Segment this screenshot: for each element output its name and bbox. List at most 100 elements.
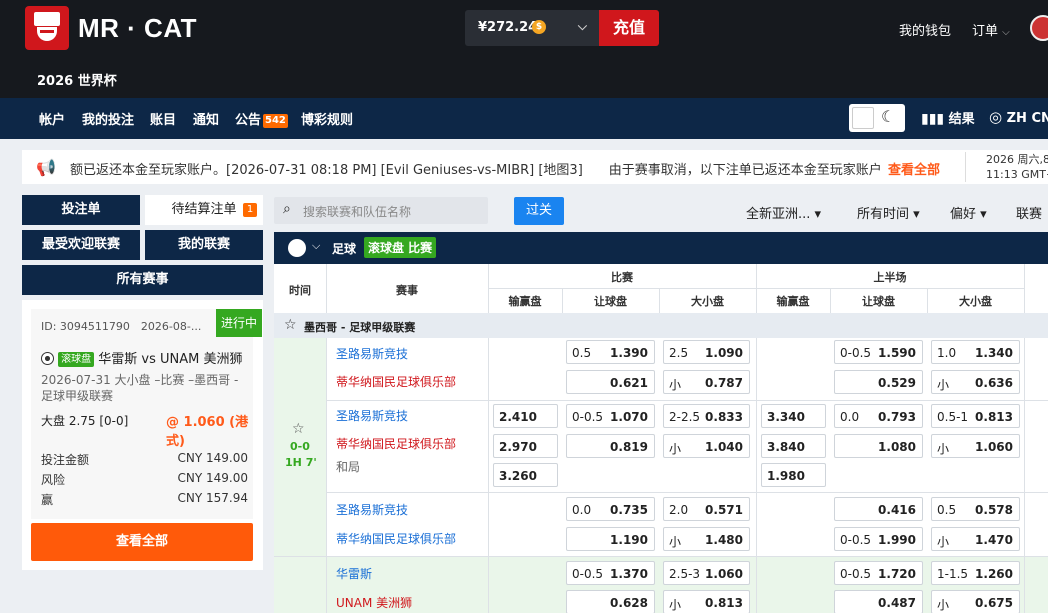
search-box[interactable]: ⌕ 搜索联赛和队伍名称 xyxy=(274,197,488,224)
odds-button[interactable]: 0.416 xyxy=(834,497,923,521)
nav-account[interactable]: 帐户 xyxy=(39,109,65,128)
odds-button[interactable]: 0.628 xyxy=(566,590,655,613)
odds-button[interactable]: 0.5 1.390 xyxy=(566,340,655,364)
league-row[interactable]: ☆ 墨西哥 - 足球甲级联赛 xyxy=(274,313,1048,338)
bet-panel: ID: 3094511790 2026-08-... 进行中 滚球盘 华雷斯 v… xyxy=(22,300,263,570)
odds-button[interactable]: 0.5 0.578 xyxy=(931,497,1020,521)
all-events-button[interactable]: 所有赛事 xyxy=(22,265,263,295)
odds-button[interactable]: 2-2.5 0.833 xyxy=(663,404,750,428)
odds-button[interactable]: 0.487 xyxy=(834,590,923,613)
theme-toggle[interactable]: ☾ xyxy=(849,104,905,132)
my-leagues-button[interactable]: 我的联赛 xyxy=(145,230,263,260)
search-icon: ⌕ xyxy=(283,201,291,217)
favorite-star-icon[interactable]: ☆ xyxy=(292,421,305,437)
nav-announcements[interactable]: 公告 542 xyxy=(235,109,288,128)
announcement-bar: 📢 额已返还本金至玩家账户。[2026-07-31 08:18 PM] [Evi… xyxy=(22,150,1048,184)
odds-button[interactable]: 小 0.813 xyxy=(663,590,750,613)
odds-button[interactable]: 0.529 xyxy=(834,370,923,394)
nav-betting-rules[interactable]: 博彩规则 xyxy=(301,109,353,128)
odds-button[interactable]: 小 0.787 xyxy=(663,370,750,394)
preference-filter[interactable]: 偏好 ▾ xyxy=(950,203,987,222)
odds-button[interactable]: 0-0.5 1.070 xyxy=(566,404,655,428)
odds-button[interactable]: 3.840 xyxy=(761,434,826,458)
results-label: 结果 xyxy=(948,112,975,127)
col-match: 比赛 xyxy=(611,271,633,284)
orders-label: 订单 xyxy=(972,24,999,39)
odds-button[interactable]: 小 1.470 xyxy=(931,527,1020,551)
odds-button[interactable]: 2.5 1.090 xyxy=(663,340,750,364)
status-badge: 进行中 xyxy=(216,309,262,337)
odds-button[interactable]: 小 1.060 xyxy=(931,434,1020,458)
odds-button[interactable]: 3.260 xyxy=(493,463,558,487)
odds-button[interactable]: 2.970 xyxy=(493,434,558,458)
odds-button[interactable]: 小 1.480 xyxy=(663,527,750,551)
results-link[interactable]: ▮▮▮ 结果 xyxy=(921,108,975,127)
odds-button[interactable]: 0-0.5 1.370 xyxy=(566,561,655,585)
odds-button[interactable]: 0-0.5 1.990 xyxy=(834,527,923,551)
announcement-view-all[interactable]: 查看全部 xyxy=(888,159,940,178)
col-over-under: 大小盘 xyxy=(691,295,724,308)
odds-button[interactable]: 1.0 1.340 xyxy=(931,340,1020,364)
team-away: 蒂华纳国民足球俱乐部 xyxy=(336,375,457,389)
soccer-ball-icon xyxy=(41,352,54,365)
odds-button[interactable]: 0.621 xyxy=(566,370,655,394)
popular-leagues-button[interactable]: 最受欢迎联赛 xyxy=(22,230,140,260)
region-filter[interactable]: 全新亚洲... ▾ xyxy=(746,203,821,222)
nav-notifications[interactable]: 通知 xyxy=(193,109,219,128)
draw-label: 和局 xyxy=(336,460,361,474)
league-filter[interactable]: 联赛 xyxy=(1016,203,1042,222)
balance-dropdown[interactable]: ¥272.24 $ ⌵ xyxy=(465,10,599,46)
pending-bets-tab[interactable]: 待结算注单 1 xyxy=(145,195,263,225)
betslip-tab[interactable]: 投注单 xyxy=(22,195,140,225)
language-selector[interactable]: ◎ ZH CN xyxy=(989,108,1048,126)
soccer-ball-icon[interactable] xyxy=(288,239,306,257)
odds-button[interactable]: 1.080 xyxy=(834,434,923,458)
bet-id: ID: 3094511790 2026-08-... xyxy=(41,320,202,333)
match-clock: 1H 7' xyxy=(285,456,317,469)
odds-button[interactable]: 小 0.636 xyxy=(931,370,1020,394)
time-filter[interactable]: 所有时间 ▾ xyxy=(857,203,920,222)
odds-button[interactable]: 0.5-1 0.813 xyxy=(931,404,1020,428)
logo-icon[interactable] xyxy=(25,6,69,50)
globe-icon: ◎ xyxy=(989,108,1003,126)
odds-button[interactable]: 1-1.5 1.260 xyxy=(931,561,1020,585)
col-time: 时间 xyxy=(289,284,311,297)
odds-button[interactable]: 小 0.675 xyxy=(931,590,1020,613)
avatar[interactable] xyxy=(1030,15,1048,41)
star-icon[interactable]: ☆ xyxy=(284,317,297,333)
bet-description: 2026-07-31 大小盘 –比赛 –墨西哥 - 足球甲级联赛 xyxy=(41,373,239,403)
deposit-button[interactable]: 充值 xyxy=(599,10,659,46)
col-1x2: 输赢盘 xyxy=(508,295,542,308)
view-all-bets-button[interactable]: 查看全部 xyxy=(31,523,253,561)
team-home: 圣路易斯竞技 xyxy=(336,409,409,423)
odds-button[interactable]: 1.190 xyxy=(566,527,655,551)
odds-button[interactable]: 2.5-3 1.060 xyxy=(663,561,750,585)
nav-statement[interactable]: 账目 xyxy=(150,109,176,128)
col-half-1x2: 输赢盘 xyxy=(776,295,810,308)
odds-button[interactable]: 1.980 xyxy=(761,463,826,487)
caret-down-icon: ▾ xyxy=(814,207,822,222)
odds-button[interactable]: 0.0 0.735 xyxy=(566,497,655,521)
bet-selection: 大盘 2.75 [0-0] xyxy=(41,414,129,428)
wallet-link[interactable]: 我的钱包 xyxy=(899,20,951,39)
odds-button[interactable]: 0.819 xyxy=(566,434,655,458)
odds-button[interactable]: 2.410 xyxy=(493,404,558,428)
risk-value: CNY 149.00 xyxy=(177,471,249,485)
team-away: 蒂华纳国民足球俱乐部 xyxy=(336,532,457,546)
odds-button[interactable]: 0-0.5 1.590 xyxy=(834,340,923,364)
col-half-handicap: 让球盘 xyxy=(862,295,895,308)
inplay-badge: 滚球盘 比赛 xyxy=(364,237,437,258)
odds-button[interactable]: 0-0.5 1.720 xyxy=(834,561,923,585)
odds-button[interactable]: 3.340 xyxy=(761,404,826,428)
orders-menu[interactable]: 订单 ⌵ xyxy=(972,20,1010,39)
brand-name[interactable]: MR · CAT xyxy=(78,13,197,44)
nav-my-bets[interactable]: 我的投注 xyxy=(82,109,134,128)
odds-button[interactable]: 0.0 0.793 xyxy=(834,404,923,428)
search-input[interactable]: 搜索联赛和队伍名称 xyxy=(303,203,411,220)
megaphone-icon: 📢 xyxy=(36,158,56,177)
odds-button[interactable]: 小 1.040 xyxy=(663,434,750,458)
parlay-button[interactable]: 过关 xyxy=(514,197,564,225)
odds-button[interactable]: 2.0 0.571 xyxy=(663,497,750,521)
chevron-down-icon[interactable]: ⌵ xyxy=(312,239,320,253)
caret-down-icon: ▾ xyxy=(913,207,920,222)
